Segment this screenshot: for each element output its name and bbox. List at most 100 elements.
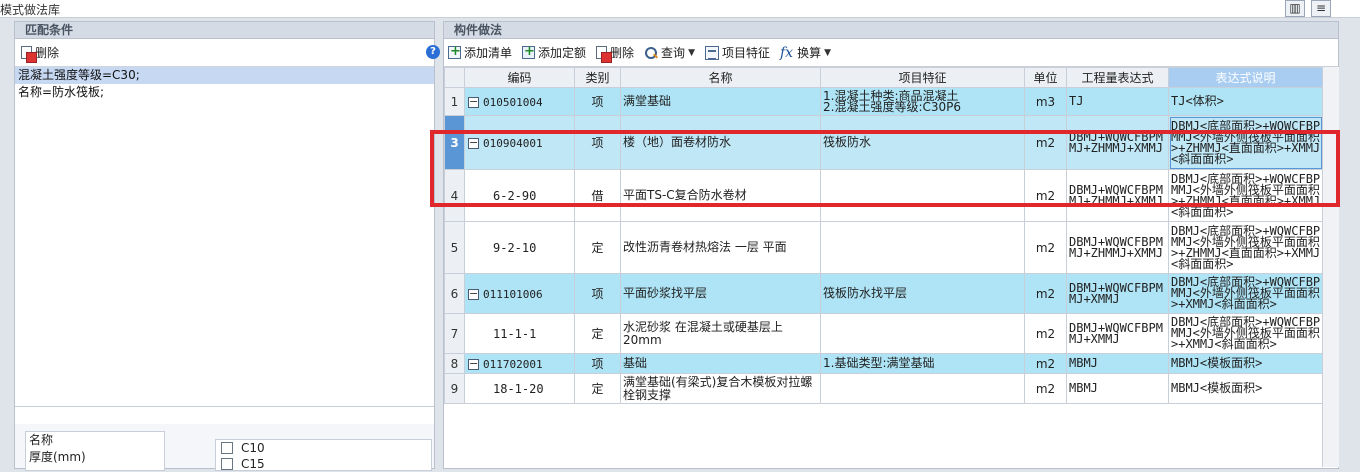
desc-cell[interactable]: MBMJ<模板面积> [1168, 353, 1323, 374]
collapse-icon[interactable]: − [468, 137, 479, 149]
table-row[interactable]: 6−011101006 项平面砂浆找平层 筏板防水找平层 m2 DBMJ+WQWCFBP… [444, 273, 1323, 314]
query-button[interactable]: 查询 ▼ [644, 44, 695, 61]
expr-cell[interactable]: MBMJ [1066, 353, 1169, 374]
unit-cell[interactable]: m2 [1024, 169, 1067, 222]
condition-item[interactable]: 混凝土强度等级=C30; [15, 67, 434, 84]
row-number[interactable]: 7 [444, 313, 465, 354]
expr-cell[interactable]: DBMJ+WQWCFBPMMJ+ZHMMJ+XMMJ [1066, 221, 1169, 274]
code-cell[interactable]: −010904001 [464, 115, 575, 170]
feature-cell[interactable]: 筏板防水 [820, 115, 1025, 170]
column-header-name[interactable]: 名称 [620, 67, 821, 88]
feature-cell[interactable] [820, 169, 1025, 222]
expr-cell[interactable]: DBMJ+WQWCFBPMMJ+ZHMMJ+XMMJ [1066, 115, 1169, 170]
desc-cell[interactable]: DBMJ<底部面积>+WQWCFBPMMJ<外墙外侧筏板平面面积>+ZHMMJ<… [1168, 115, 1323, 170]
desc-cell[interactable]: TJ<体积> [1168, 87, 1323, 116]
menu-icon[interactable]: ≡ [1311, 0, 1331, 17]
unit-cell[interactable]: m2 [1024, 353, 1067, 374]
name-cell[interactable]: 满堂基础 [620, 87, 821, 116]
condition-item[interactable]: 名称=防水筏板; [15, 84, 434, 101]
type-cell[interactable]: 定 [574, 313, 621, 354]
column-header-type[interactable]: 类别 [574, 67, 621, 88]
unit-cell[interactable]: m2 [1024, 373, 1067, 404]
name-cell[interactable]: 平面TS-C复合防水卷材 [620, 169, 821, 222]
name-cell[interactable]: 改性沥青卷材热熔法 一层 平面 [620, 221, 821, 274]
desc-cell[interactable]: DBMJ<底部面积>+WQWCFBPMMJ<外墙外侧筏板平面面积>+XMMJ<斜… [1168, 273, 1323, 314]
feature-cell[interactable]: 筏板防水找平层 [820, 273, 1025, 314]
delete-condition-button[interactable]: 删除 [21, 44, 59, 63]
row-number[interactable]: 6 [444, 273, 465, 314]
type-cell[interactable]: 项 [574, 115, 621, 170]
feature-cell[interactable]: 1.混凝土种类:商品混凝土 2.混凝土强度等级:C30P6 [820, 87, 1025, 116]
type-cell[interactable]: 定 [574, 221, 621, 274]
type-cell[interactable]: 项 [574, 87, 621, 116]
checkbox[interactable] [221, 458, 233, 470]
table-row[interactable]: 9 18-1-20 定满堂基础(有梁式)复合木模板对拉螺栓钢支撑 m2 MBMJ MBMJ… [444, 373, 1323, 404]
unit-cell[interactable]: m2 [1024, 115, 1067, 170]
row-number[interactable]: 3 [444, 115, 465, 170]
name-cell[interactable]: 楼（地）面卷材防水 [620, 115, 821, 170]
code-cell[interactable]: 6-2-90 [464, 169, 575, 222]
desc-cell[interactable]: DBMJ<底部面积>+WQWCFBPMMJ<外墙外侧筏板平面面积>+ZHMMJ<… [1168, 221, 1323, 274]
expr-cell[interactable]: MBMJ [1066, 373, 1169, 404]
feature-cell[interactable] [820, 373, 1025, 404]
grid-view-icon[interactable]: ▥ [1285, 0, 1305, 17]
attribute-item[interactable]: 厚度(mm) [29, 449, 164, 466]
table-row[interactable]: 8−011702001 项基础 1.基础类型:满堂基础 m2 MBMJ MBMJ<模板面积… [444, 353, 1323, 374]
unit-cell[interactable]: m2 [1024, 221, 1067, 274]
feature-cell[interactable] [820, 313, 1025, 354]
help-icon[interactable]: ? [426, 45, 440, 59]
type-cell[interactable]: 借 [574, 169, 621, 222]
collapse-icon[interactable]: − [468, 96, 479, 108]
expr-cell[interactable]: DBMJ+WQWCFBPMMJ+ZHMMJ+XMMJ [1066, 169, 1169, 222]
code-cell[interactable]: 18-1-20 [464, 373, 575, 404]
row-number[interactable]: 9 [444, 373, 465, 404]
desc-cell[interactable]: MBMJ<模板面积> [1168, 373, 1323, 404]
calc-button[interactable]: fx 换算 ▼ [780, 44, 831, 61]
grade-option[interactable]: C15 [216, 456, 431, 472]
code-cell[interactable]: −011702001 [464, 353, 575, 374]
expr-cell[interactable]: DBMJ+WQWCFBPMMJ+XMMJ [1066, 273, 1169, 314]
type-cell[interactable]: 项 [574, 353, 621, 374]
unit-cell[interactable]: m3 [1024, 87, 1067, 116]
column-header-expr[interactable]: 工程量表达式 [1066, 67, 1169, 88]
table-row[interactable]: 5 9-2-10 定改性沥青卷材热熔法 一层 平面 m2 DBMJ+WQWCFBPMMJ… [444, 221, 1323, 274]
collapse-icon[interactable]: − [468, 288, 479, 300]
table-row[interactable]: 4 6-2-90 借平面TS-C复合防水卷材 m2 DBMJ+WQWCFBPMMJ+ZH… [444, 169, 1323, 222]
table-row[interactable]: 1−010501004 项满堂基础 1.混凝土种类:商品混凝土 2.混凝土强度等级:… [444, 87, 1323, 116]
code-cell[interactable]: −010501004 [464, 87, 575, 116]
add-list-button[interactable]: 添加清单 [448, 44, 512, 61]
code-cell[interactable]: −011101006 [464, 273, 575, 314]
type-cell[interactable]: 定 [574, 373, 621, 404]
desc-cell[interactable]: DBMJ<底部面积>+WQWCFBPMMJ<外墙外侧筏板平面面积>+ZHMMJ<… [1168, 169, 1323, 222]
row-number[interactable]: 1 [444, 87, 465, 116]
column-header-unit[interactable]: 单位 [1024, 67, 1067, 88]
unit-cell[interactable]: m2 [1024, 313, 1067, 354]
name-cell[interactable]: 满堂基础(有梁式)复合木模板对拉螺栓钢支撑 [620, 373, 821, 404]
column-header-code[interactable]: 编码 [464, 67, 575, 88]
feature-cell[interactable] [820, 221, 1025, 274]
type-cell[interactable]: 项 [574, 273, 621, 314]
collapse-icon[interactable]: − [468, 358, 479, 370]
table-row[interactable]: 7 11-1-1 定水泥砂浆 在混凝土或硬基层上 20mm m2 DBMJ+WQWCFB… [444, 313, 1323, 354]
attribute-item[interactable]: 名称 [29, 432, 164, 449]
name-cell[interactable]: 平面砂浆找平层 [620, 273, 821, 314]
name-cell[interactable]: 水泥砂浆 在混凝土或硬基层上 20mm [620, 313, 821, 354]
code-cell[interactable]: 11-1-1 [464, 313, 575, 354]
expr-cell[interactable]: DBMJ+WQWCFBPMMJ+XMMJ [1066, 313, 1169, 354]
delete-button[interactable]: 删除 [596, 44, 634, 63]
row-number[interactable]: 8 [444, 353, 465, 374]
desc-cell[interactable]: DBMJ<底部面积>+WQWCFBPMMJ<外墙外侧筏板平面面积>+XMMJ<斜… [1168, 313, 1323, 354]
unit-cell[interactable]: m2 [1024, 273, 1067, 314]
expr-cell[interactable]: TJ [1066, 87, 1169, 116]
vertical-scrollbar[interactable] [1322, 67, 1339, 467]
row-number[interactable]: 5 [444, 221, 465, 274]
checkbox[interactable] [221, 442, 233, 454]
column-header-desc[interactable]: 表达式说明 [1168, 67, 1323, 88]
code-cell[interactable]: 9-2-10 [464, 221, 575, 274]
row-number[interactable]: 4 [444, 169, 465, 222]
name-cell[interactable]: 基础 [620, 353, 821, 374]
column-header-feature[interactable]: 项目特征 [820, 67, 1025, 88]
add-quota-button[interactable]: 添加定额 [522, 44, 586, 61]
table-row[interactable]: 3−010904001 项楼（地）面卷材防水 筏板防水 m2 DBMJ+WQWCFBPM… [444, 115, 1323, 170]
grade-option[interactable]: C10 [216, 440, 431, 456]
